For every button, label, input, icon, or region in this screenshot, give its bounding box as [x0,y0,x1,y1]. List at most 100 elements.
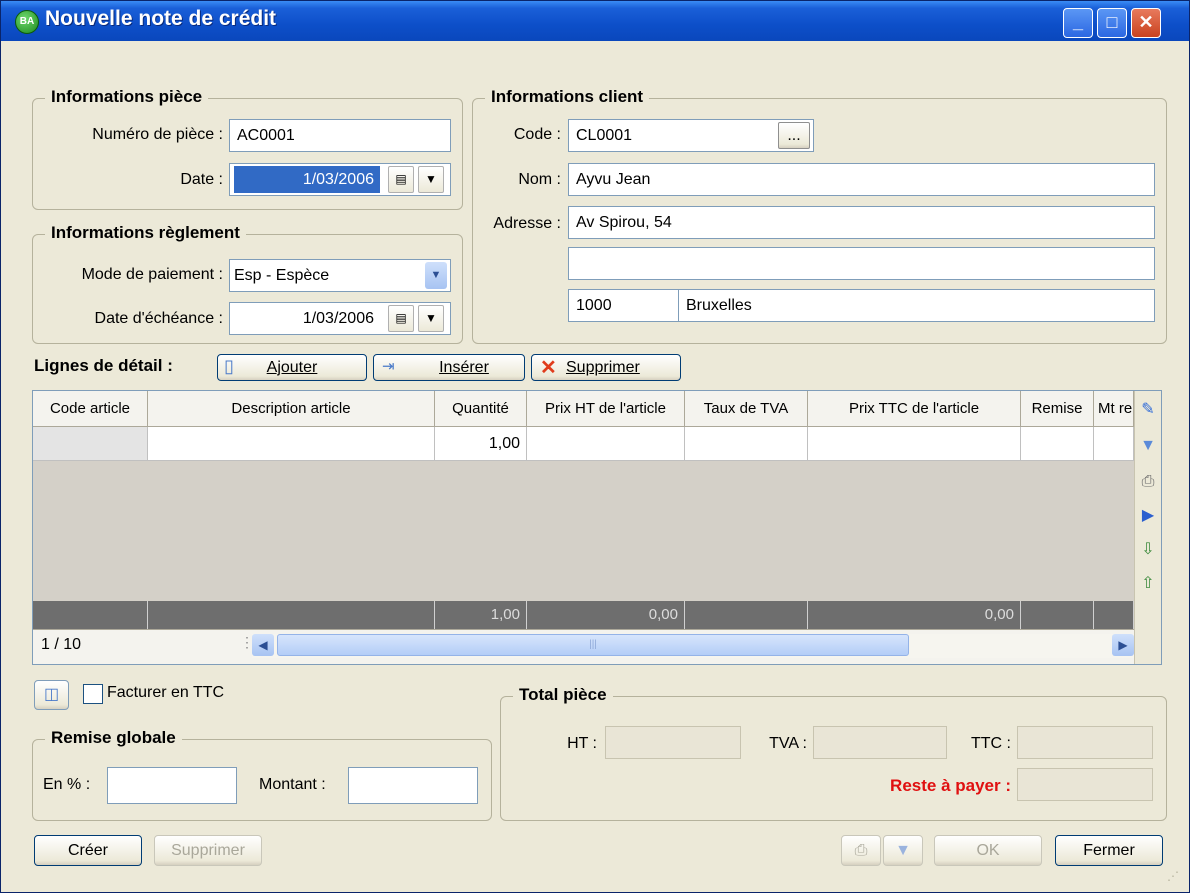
column-header-code-article[interactable]: Code article [33,391,148,427]
grid-cell-mt-remise[interactable] [1094,427,1134,461]
grid-cell-remise[interactable] [1021,427,1094,461]
total-cell-taux-tva [685,601,808,629]
column-header-description[interactable]: Description article [148,391,435,427]
detail-lines-grid[interactable]: Code article Description article Quantit… [32,390,1162,665]
group-title: Informations pièce [45,87,209,107]
total-cell-quantite: 1,00 [435,601,527,629]
splitter-handle[interactable]: ⋮ [240,634,254,656]
date-field[interactable]: 1/03/2006 ▤ ▼ [229,163,451,196]
total-cell-description [148,601,435,629]
ville-field[interactable]: Bruxelles [678,289,1155,322]
creer-button[interactable]: Créer [34,835,142,866]
filter-icon[interactable]: ▼ [883,835,923,866]
delete-icon: ✕ [540,357,557,379]
reste-a-payer-value [1017,768,1153,801]
grid-cell-code[interactable] [33,427,148,461]
grid-empty-area [33,461,1134,601]
nom-label: Nom : [518,171,561,188]
tva-label: TVA : [769,735,807,752]
ajouter-button[interactable]: ▯ Ajouter [217,354,367,381]
ht-value [605,726,741,759]
numero-piece-label: Numéro de pièce : [92,126,223,143]
app-logo-icon: BA [15,10,39,34]
adresse-label: Adresse : [493,215,561,232]
date-value: 1/03/2006 [234,166,380,193]
adresse-line2-field[interactable] [568,247,1155,280]
total-cell-prix-ht: 0,00 [527,601,685,629]
filter-icon[interactable]: ▼ [1137,433,1159,459]
book-icon[interactable]: ◫ [34,680,69,710]
remise-pct-field[interactable] [107,767,237,804]
print-icon[interactable]: ⎙ [841,835,881,866]
dialog-window: BA Nouvelle note de crédit _ □ ✕ Informa… [0,0,1190,893]
scroll-left-icon[interactable]: ◀ [252,634,274,656]
maximize-button[interactable]: □ [1097,8,1127,38]
code-postal-field[interactable]: 1000 [568,289,679,322]
column-header-remise[interactable]: Remise [1021,391,1094,427]
column-header-prix-ttc[interactable]: Prix TTC de l'article [808,391,1021,427]
export-icon[interactable]: ⇩ [1137,537,1159,563]
group-title: Informations règlement [45,223,246,243]
ok-button[interactable]: OK [934,835,1042,866]
calendar-icon[interactable]: ▤ [388,305,414,332]
supprimer-ligne-label: Supprimer [566,359,640,376]
grid-cell-prix-ttc[interactable] [808,427,1021,461]
grid-cell-prix-ht[interactable] [527,427,685,461]
group-title: Informations client [485,87,650,107]
grid-cell-quantite[interactable]: 1,00 [435,427,527,461]
total-cell-remise [1021,601,1094,629]
facturer-ttc-label[interactable]: Facturer en TTC [107,684,224,702]
resize-grip-icon[interactable]: ⋰ [1167,867,1185,885]
column-header-taux-tva[interactable]: Taux de TVA [685,391,808,427]
print-icon[interactable]: ⎙ [1137,469,1159,495]
date-label: Date : [180,171,223,188]
pager-label: 1 / 10 [41,636,82,653]
import-icon[interactable]: ⇧ [1137,571,1159,597]
minimize-button[interactable]: _ [1063,8,1093,38]
supprimer-button[interactable]: Supprimer [154,835,262,866]
numero-piece-field[interactable]: AC0001 [229,119,451,152]
remise-pct-label: En % : [43,776,91,793]
group-title: Total pièce [513,685,613,705]
chevron-down-icon[interactable]: ▼ [418,166,444,193]
close-button[interactable]: ✕ [1131,8,1161,38]
code-client-value: CL0001 [576,127,633,144]
fermer-button[interactable]: Fermer [1055,835,1163,866]
browse-client-button[interactable]: ... [778,122,810,149]
ajouter-label: Ajouter [266,359,318,376]
grid-cell-taux-tva[interactable] [685,427,808,461]
remise-montant-field[interactable] [348,767,478,804]
ttc-label: TTC : [971,735,1011,752]
play-icon[interactable]: ▶ [1137,503,1159,529]
date-echeance-label: Date d'échéance : [94,310,223,327]
supprimer-ligne-button[interactable]: ✕ Supprimer [531,354,681,381]
adresse-line1-field[interactable]: Av Spirou, 54 [568,206,1155,239]
chevron-down-icon[interactable]: ▼ [425,262,447,289]
nom-field[interactable]: Ayvu Jean [568,163,1155,196]
code-label: Code : [513,126,561,143]
chevron-down-icon[interactable]: ▼ [418,305,444,332]
ttc-value [1017,726,1153,759]
grid-cell-description[interactable] [148,427,435,461]
inserer-label: Insérer [439,359,489,376]
date-echeance-value: 1/03/2006 [302,310,374,327]
facturer-ttc-checkbox[interactable] [83,684,103,704]
mode-paiement-value: Esp - Espèce [234,267,330,284]
ht-label: HT : [567,735,597,752]
column-header-quantite[interactable]: Quantité [435,391,527,427]
scroll-right-icon[interactable]: ▶ [1112,634,1134,656]
horizontal-scrollbar[interactable]: ◀ ||| ▶ [252,634,1134,658]
column-header-mt-remise[interactable]: Mt re [1094,391,1134,427]
edit-icon[interactable]: ✎ [1137,397,1159,423]
insert-line-icon: ⇥ [382,358,395,375]
column-header-prix-ht[interactable]: Prix HT de l'article [527,391,685,427]
mode-paiement-label: Mode de paiement : [81,266,223,283]
calendar-icon[interactable]: ▤ [388,166,414,193]
mode-paiement-select[interactable]: Esp - Espèce ▼ [229,259,451,292]
inserer-button[interactable]: ⇥ Insérer [373,354,525,381]
date-echeance-field[interactable]: 1/03/2006 ▤ ▼ [229,302,451,335]
title-bar[interactable]: BA Nouvelle note de crédit _ □ ✕ [1,1,1189,41]
scroll-thumb[interactable]: ||| [277,634,909,656]
group-title: Remise globale [45,728,182,748]
remise-montant-label: Montant : [259,776,326,793]
